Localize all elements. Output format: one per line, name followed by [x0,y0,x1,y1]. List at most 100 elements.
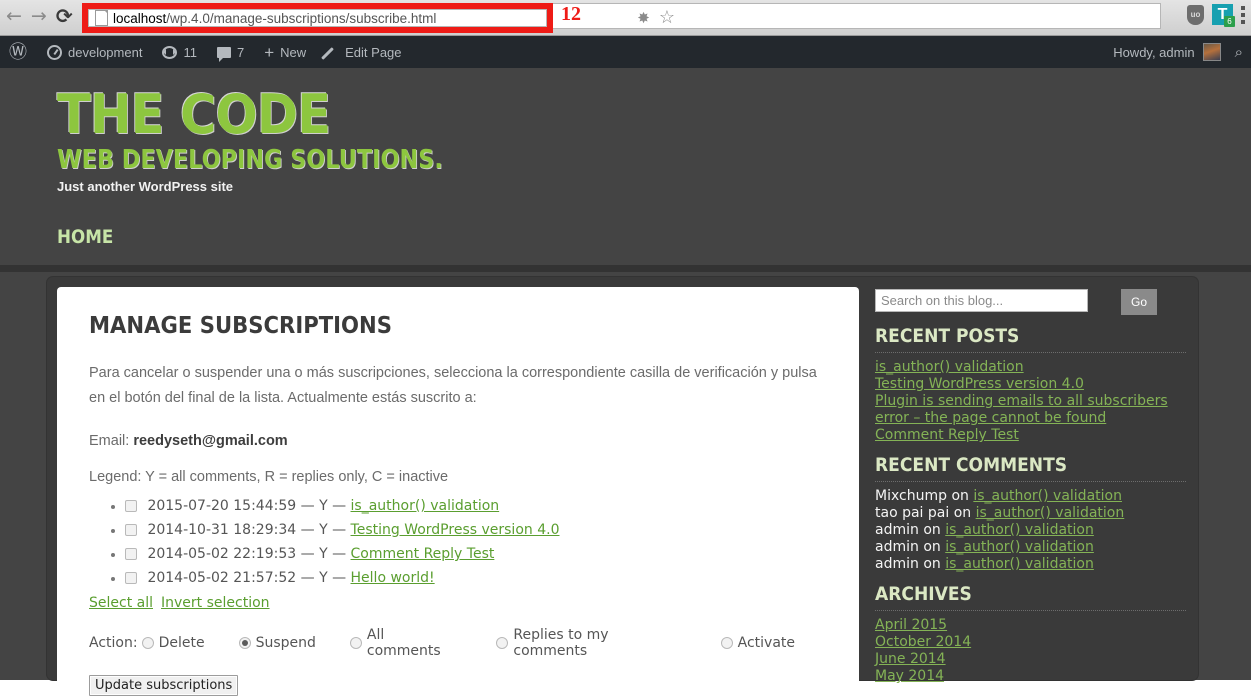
comment-post-link[interactable]: is_author() validation [945,522,1094,538]
subscription-sep: — [332,546,347,562]
selection-links: Select all Invert selection [89,595,829,611]
list-item: 2015-07-20 15:44:59 — Y — is_author() va… [125,497,829,515]
subscription-checkbox[interactable] [125,524,137,536]
comment-post-link[interactable]: is_author() validation [973,488,1122,504]
edit-page-label: Edit Page [345,44,402,60]
subscription-post-link[interactable]: is_author() validation [351,498,500,514]
list-item: June 2014 [875,651,1197,668]
search-icon[interactable]: ⌕ [1235,44,1243,61]
archive-link[interactable]: April 2015 [875,617,947,633]
action-option-suspend[interactable]: Suspend [238,635,316,651]
list-item: is_author() validation [875,359,1197,376]
address-bar-text: localhost/wp.4.0/manage-subscriptions/su… [113,11,436,26]
back-arrow-icon[interactable]: ← [6,6,22,26]
comment-on-word: on [951,488,969,504]
email-value: reedyseth@gmail.com [133,433,288,449]
page-title: MANAGE SUBSCRIPTIONS [89,313,392,339]
shield-extension-icon[interactable]: uo [1187,4,1204,25]
comment-post-link[interactable]: is_author() validation [976,505,1125,521]
omnibox-icons: ✸ ☆ [637,7,675,28]
comments-count: 7 [236,44,245,60]
subscription-post-link[interactable]: Testing WordPress version 4.0 [351,522,560,538]
list-item: error – the page cannot be found [875,410,1197,427]
archive-link[interactable]: June 2014 [875,651,946,667]
subscription-checkbox[interactable] [125,500,137,512]
subscription-post-link[interactable]: Comment Reply Test [351,546,495,562]
admin-bar-revisions[interactable]: 11 [152,36,207,68]
update-subscriptions-button[interactable]: Update subscriptions [89,675,239,696]
bug-icon[interactable]: ✸ [637,9,650,27]
radio-replies-label: Replies to my comments [513,627,609,659]
main-content-panel: MANAGE SUBSCRIPTIONS Para cancelar o sus… [57,287,859,696]
action-option-all-comments[interactable]: All comments [349,627,463,659]
t-extension-icon[interactable]: T6 [1212,4,1235,27]
radio-suspend[interactable] [238,637,251,649]
invert-selection-link[interactable]: Invert selection [161,595,270,611]
select-all-link[interactable]: Select all [89,595,153,611]
recent-post-link[interactable]: Plugin is sending emails to all subscrib… [875,393,1168,409]
subscription-checkbox[interactable] [125,548,137,560]
nav-item-home[interactable]: HOME [57,226,113,248]
browser-menu-icon[interactable] [1241,5,1245,24]
page-wrapper: MANAGE SUBSCRIPTIONS Para cancelar o sus… [47,277,1198,696]
radio-delete-label: Delete [158,635,205,651]
admin-bar-comments[interactable]: 7 [207,36,254,68]
browser-chrome: ← → ⟳ localhost/wp.4.0/manage-subscripti… [0,0,1251,36]
list-item: 2014-05-02 21:57:52 — Y — Hello world! [125,569,829,587]
action-option-replies[interactable]: Replies to my comments [496,627,686,659]
recent-post-link[interactable]: Testing WordPress version 4.0 [875,376,1084,392]
widget-divider [875,610,1186,611]
archives-title: ARCHIVES [875,583,972,605]
page-document-icon [95,10,108,26]
howdy-label[interactable]: Howdy, admin [1113,45,1194,60]
search-go-button[interactable]: Go [1121,289,1157,315]
admin-bar-edit-page[interactable]: Edit Page [316,36,411,68]
annotation-step-number: 12 [561,3,581,25]
reload-icon[interactable]: ⟳ [56,6,73,26]
admin-bar-site-name[interactable]: development [37,36,152,68]
avatar[interactable] [1202,43,1221,61]
site-logo-line1: THE CODE [57,83,331,146]
action-option-delete[interactable]: Delete [141,635,205,651]
wordpress-logo-icon: Ⓦ [9,42,27,62]
list-item: April 2015 [875,617,1197,634]
archive-link[interactable]: May 2014 [875,668,944,684]
site-branding[interactable]: THE CODE WEB DEVELOPING SOLUTIONS. Just … [57,83,506,195]
widget-divider [875,352,1186,353]
subscription-checkbox[interactable] [125,572,137,584]
admin-bar-wp-logo[interactable]: Ⓦ [0,36,37,68]
recent-post-link[interactable]: Comment Reply Test [875,427,1019,443]
subscription-flag: Y [319,546,328,562]
action-option-activate[interactable]: Activate [720,635,795,651]
revisions-count: 11 [183,44,197,60]
subscription-sep: — [300,522,315,538]
archive-link[interactable]: October 2014 [875,634,971,650]
comment-post-link[interactable]: is_author() validation [945,556,1094,572]
subscription-post-link[interactable]: Hello world! [351,570,435,586]
radio-activate[interactable] [720,637,733,649]
radio-delete[interactable] [141,637,154,649]
list-item: May 2014 [875,668,1197,685]
radio-replies[interactable] [496,637,509,649]
subscription-datetime: 2015-07-20 15:44:59 [147,498,297,514]
dashboard-icon [47,44,62,60]
widget-divider [875,481,1186,482]
recent-post-link[interactable]: error – the page cannot be found [875,410,1106,426]
radio-all-comments[interactable] [349,637,362,649]
comment-post-link[interactable]: is_author() validation [945,539,1094,555]
forward-arrow-icon[interactable]: → [31,6,47,26]
address-bar[interactable]: localhost/wp.4.0/manage-subscriptions/su… [88,9,547,27]
admin-bar-right: Howdy, admin ⌕ [1113,43,1251,61]
search-input[interactable] [875,289,1088,312]
comment-author: admin [875,522,919,538]
comment-on-word: on [953,505,972,521]
nav-divider [0,265,1251,272]
url-host: localhost [113,10,167,26]
list-item: Testing WordPress version 4.0 [875,376,1197,393]
recent-post-link[interactable]: is_author() validation [875,359,1024,375]
revisions-icon [162,45,178,59]
bookmark-star-icon[interactable]: ☆ [659,7,675,28]
list-item: Plugin is sending emails to all subscrib… [875,393,1197,410]
subscription-datetime: 2014-10-31 18:29:34 [147,522,297,538]
admin-bar-new[interactable]: + New [254,36,316,68]
